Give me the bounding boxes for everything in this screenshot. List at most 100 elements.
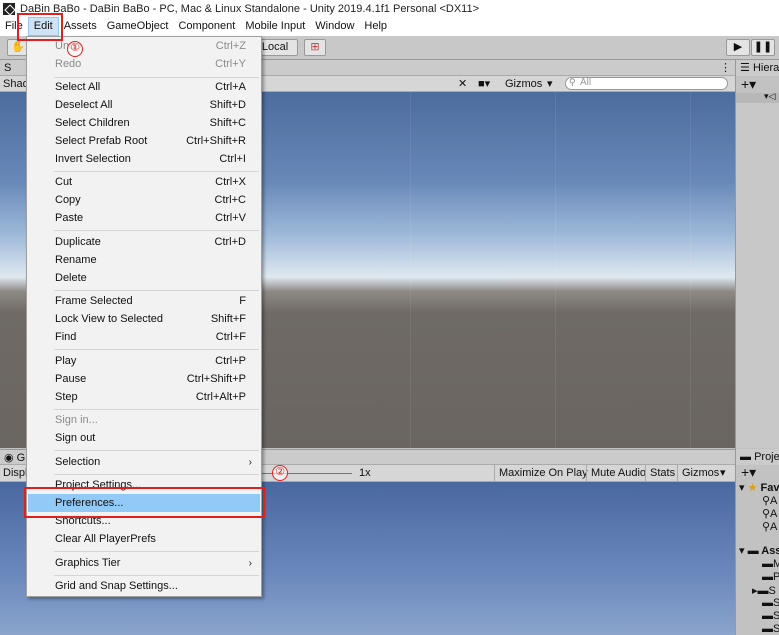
maximize-on-play-toggle[interactable]: Maximize On Play [494, 465, 592, 482]
hierarchy-list-icon: ☰ [740, 62, 750, 74]
hierarchy-scene-row[interactable]: ▾◁ [736, 91, 779, 103]
menu-assets[interactable]: Assets [59, 17, 102, 36]
project-tab[interactable]: ▬ Proje [736, 449, 779, 465]
grid-line [555, 92, 556, 448]
menu-separator [54, 450, 259, 451]
menu-item-delete[interactable]: Delete [28, 269, 260, 287]
menu-item-sign-out[interactable]: Sign out [28, 429, 260, 447]
scene-more-icon[interactable]: ⋮ [720, 61, 731, 74]
menu-separator [54, 290, 259, 291]
expand-arrow-icon: ▾ [739, 482, 745, 494]
folder-icon[interactable]: ▬P [762, 571, 779, 583]
menu-item-invert-selection[interactable]: Invert Selection Ctrl+I [28, 150, 260, 168]
menu-item-selection[interactable]: Selection › [28, 453, 260, 471]
snap-grid-button[interactable]: ⊞ [304, 39, 326, 56]
local-toggle-label: Local [261, 41, 289, 53]
folder-icon: ▬ [747, 545, 759, 557]
menu-separator [54, 551, 259, 552]
menu-item-frame-selected[interactable]: Frame Selected F [28, 292, 260, 310]
game-gizmos-toggle[interactable]: Gizmos [677, 465, 723, 482]
pause-button[interactable]: ❚❚ [751, 39, 775, 56]
folder-icon[interactable]: ▬M [762, 558, 779, 570]
gizmos-chevron-down-icon[interactable]: ▾ [720, 466, 726, 479]
assets-row[interactable]: ▾ ▬ Ass [739, 544, 779, 557]
game-tab-label: G [16, 452, 26, 464]
menu-item-duplicate[interactable]: Duplicate Ctrl+D [28, 233, 260, 251]
menu-item-rename[interactable]: Rename [28, 251, 260, 269]
favorites-label: Fav [760, 482, 779, 494]
step1-highlight-box [17, 13, 63, 41]
window-title: DaBin BaBo - DaBin BaBo - PC, Mac & Linu… [20, 2, 479, 15]
menu-item-select-prefab-root[interactable]: Select Prefab Root Ctrl+Shift+R [28, 132, 260, 150]
menu-item-grid-and-snap-settings[interactable]: Grid and Snap Settings... [28, 577, 260, 595]
menu-item-sign-in[interactable]: Sign in... [28, 411, 260, 429]
grid-line [410, 92, 411, 448]
assets-label: Ass [761, 545, 779, 557]
hierarchy-tab[interactable]: ☰ Hiera [736, 60, 779, 76]
mute-audio-toggle[interactable]: Mute Audio [586, 465, 650, 482]
menu-separator [54, 409, 259, 410]
menu-item-graphics-tier[interactable]: Graphics Tier › [28, 554, 260, 572]
camera-icon[interactable]: ■▾ [478, 77, 490, 90]
search-icon[interactable]: ⚲A [762, 507, 777, 520]
scene-expand-icon[interactable]: ▾◁ [764, 91, 775, 102]
grid-line [690, 92, 691, 448]
menu-separator [54, 349, 259, 350]
folder-icon[interactable]: ▬S [762, 623, 779, 635]
stats-toggle[interactable]: Stats [645, 465, 679, 482]
search-icon[interactable]: ⚲A [762, 520, 777, 533]
menu-item-cut[interactable]: Cut Ctrl+X [28, 173, 260, 191]
menu-item-redo[interactable]: Redo Ctrl+Y [28, 55, 260, 73]
menu-separator [54, 474, 259, 475]
display-dropdown[interactable]: Displ [3, 467, 27, 479]
title-bar: DaBin BaBo - DaBin BaBo - PC, Mac & Linu… [0, 0, 779, 17]
hierarchy-add-button[interactable]: +▾ [741, 76, 756, 93]
search-icon: ⚲ [569, 77, 576, 87]
project-tab-label: Proje [754, 451, 779, 463]
scale-value: 1x [359, 467, 371, 479]
folder-icon[interactable]: ▸▬S [752, 584, 776, 597]
menu-separator [54, 575, 259, 576]
menu-window[interactable]: Window [310, 17, 359, 36]
tools-icon[interactable]: ✕ [458, 77, 467, 90]
step2-badge: ② [272, 465, 288, 481]
menu-gameobject[interactable]: GameObject [102, 17, 174, 36]
search-icon[interactable]: ⚲A [762, 494, 777, 507]
game-controller-icon: ◉ [4, 452, 14, 464]
menu-item-deselect-all[interactable]: Deselect All Shift+D [28, 96, 260, 114]
menu-item-step[interactable]: Step Ctrl+Alt+P [28, 388, 260, 406]
step1-badge: ① [67, 41, 83, 57]
chevron-right-icon: › [248, 456, 252, 468]
menu-item-select-all[interactable]: Select All Ctrl+A [28, 78, 260, 96]
folder-icon[interactable]: ▬S [762, 610, 779, 622]
gizmos-chevron-down-icon[interactable]: ▾ [547, 77, 553, 90]
menu-help[interactable]: Help [359, 17, 392, 36]
menu-separator [54, 230, 259, 231]
favorites-row[interactable]: ▾ ★ Fav [739, 481, 779, 494]
play-button[interactable]: ▶ [726, 39, 750, 56]
menu-item-pause[interactable]: Pause Ctrl+Shift+P [28, 370, 260, 388]
game-tab[interactable]: ◉ G [4, 451, 25, 464]
menu-item-lock-view-to-selected[interactable]: Lock View to Selected Shift+F [28, 310, 260, 328]
step2-highlight-box [24, 487, 265, 518]
menu-mobile-input[interactable]: Mobile Input [240, 17, 310, 36]
menu-item-paste[interactable]: Paste Ctrl+V [28, 209, 260, 227]
expand-arrow-icon: ▾ [739, 545, 745, 557]
menu-item-copy[interactable]: Copy Ctrl+C [28, 191, 260, 209]
scene-tab[interactable]: S [4, 62, 11, 74]
shading-mode-dropdown[interactable]: Shad [3, 78, 29, 90]
scene-search-input[interactable]: ⚲ All [565, 77, 728, 90]
scene-gizmos-dropdown[interactable]: Gizmos [505, 78, 542, 90]
menu-item-select-children[interactable]: Select Children Shift+C [28, 114, 260, 132]
hierarchy-tab-label: Hiera [752, 62, 779, 74]
menu-item-clear-all-playerprefs[interactable]: Clear All PlayerPrefs [28, 530, 260, 548]
menu-component[interactable]: Component [173, 17, 240, 36]
menu-item-find[interactable]: Find Ctrl+F [28, 328, 260, 346]
unity-logo-icon [3, 2, 15, 15]
right-panel: ☰ Hiera +▾ ▾◁ ▬ Proje +▾ ▾ ★ Fav ⚲A ⚲A ⚲… [735, 60, 779, 635]
hierarchy-list [736, 103, 779, 448]
scene-tab-label: S [4, 62, 12, 74]
menu-item-play[interactable]: Play Ctrl+P [28, 352, 260, 370]
folder-icon[interactable]: ▬S [762, 597, 779, 609]
project-add-button[interactable]: +▾ [741, 464, 756, 481]
